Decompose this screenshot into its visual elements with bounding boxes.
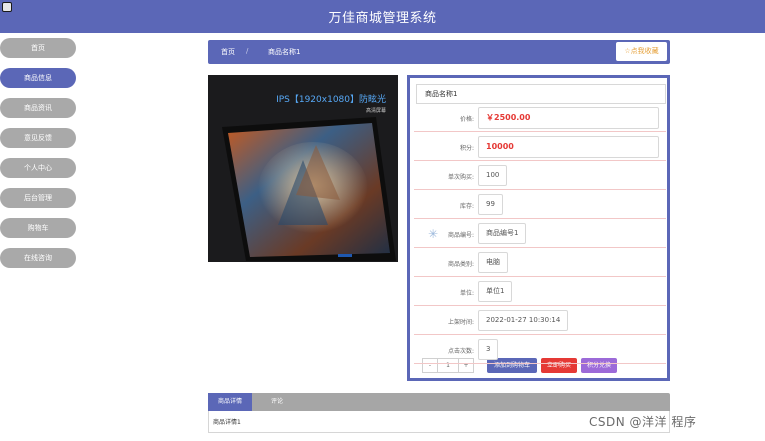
- product-field-row: 单位: 单位1: [414, 277, 666, 306]
- breadcrumb-separator: /: [246, 47, 249, 55]
- breadcrumb-current: 商品名称1: [268, 48, 301, 56]
- product-field-row: 商品类别: 电脑: [414, 248, 666, 277]
- product-field-label: 商品编号:: [447, 232, 474, 239]
- sidebar-item-3[interactable]: 商品资讯: [0, 98, 76, 118]
- product-field-label: 点击次数:: [447, 348, 474, 355]
- product-field-value: 3: [478, 339, 499, 360]
- breadcrumb: 首页 / 商品名称1: [208, 40, 670, 64]
- product-field-label: 积分:: [459, 145, 474, 152]
- product-field-value: ￥2500.00: [478, 107, 659, 129]
- product-field-row: 积分: 10000: [414, 132, 666, 161]
- favorite-button[interactable]: ☆点我收藏: [616, 42, 667, 61]
- sidebar-item-2[interactable]: 商品信息: [0, 68, 76, 88]
- sidebar-item-6[interactable]: 后台管理: [0, 188, 76, 208]
- favorite-button-label: ☆点我收藏: [624, 47, 659, 55]
- product-field-value: 2022-01-27 10:30:14: [478, 310, 569, 331]
- app-corner-icon[interactable]: [2, 2, 12, 12]
- sidebar-item-8[interactable]: 在线咨询: [0, 248, 76, 268]
- detail-tabs: 商品详情 评论: [208, 393, 670, 411]
- product-info-panel: 商品名称1 - 1 + 添加到购物车 立即购买 积分兑换 价格: ￥2500.00…: [407, 75, 670, 381]
- product-field-label: 上架时间:: [447, 319, 474, 326]
- product-field-value: 99: [478, 194, 503, 215]
- product-field-label: 单位:: [459, 290, 474, 297]
- product-field-label: 商品类别:: [447, 261, 474, 268]
- product-field-row: 点击次数: 3: [414, 335, 666, 364]
- product-field-row: 库存: 99: [414, 190, 666, 219]
- sidebar-item-1[interactable]: 首页: [0, 38, 76, 58]
- product-field-label: 价格:: [459, 116, 474, 123]
- product-field-value: 单位1: [478, 281, 513, 302]
- product-field-row: 价格: ￥2500.00: [414, 103, 666, 132]
- product-field-label: 库存:: [459, 203, 474, 210]
- sidebar-item-5[interactable]: 个人中心: [0, 158, 76, 178]
- tab-product-details[interactable]: 商品详情: [208, 393, 252, 411]
- product-image-tagline: IPS【1920x1080】防眩光: [276, 95, 386, 105]
- product-field-value: 100: [478, 165, 508, 186]
- watermark-text: CSDN @洋洋 程序: [589, 415, 697, 429]
- breadcrumb-home-link[interactable]: 首页: [221, 47, 235, 57]
- product-field-row: 上架时间: 2022-01-27 10:30:14: [414, 306, 666, 335]
- top-header-bar: 万佳商城管理系统: [0, 0, 765, 33]
- product-name-field: 商品名称1: [416, 84, 666, 104]
- app-title: 万佳商城管理系统: [328, 11, 437, 26]
- product-image-subline: 高清屏幕: [365, 108, 386, 114]
- loading-spark-icon: ✳: [428, 227, 439, 241]
- product-field-label: 单次购买:: [447, 174, 474, 181]
- sidebar-item-7[interactable]: 购物车: [0, 218, 76, 238]
- sidebar-item-4[interactable]: 意见反馈: [0, 128, 76, 148]
- product-field-value: 10000: [478, 136, 659, 158]
- product-image: IPS【1920x1080】防眩光 高清屏幕: [208, 75, 398, 262]
- product-field-row: 单次购买: 100: [414, 161, 666, 190]
- product-field-value: 电脑: [478, 252, 508, 273]
- product-field-value: 商品编号1: [478, 223, 527, 244]
- tab-comments[interactable]: 评论: [260, 393, 294, 411]
- product-field-row: 商品编号: 商品编号1: [414, 219, 666, 248]
